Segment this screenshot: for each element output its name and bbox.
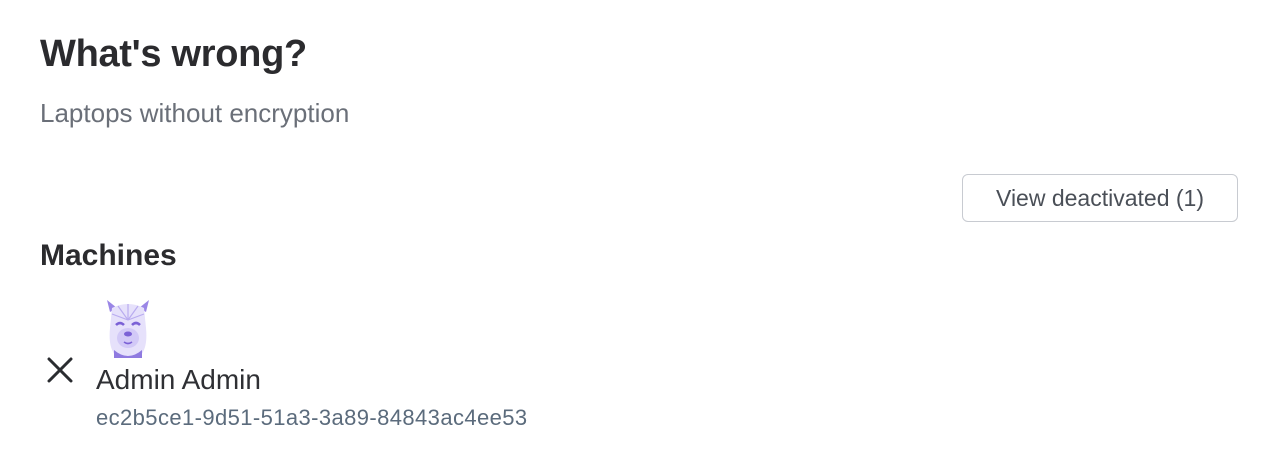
machine-list-item: Admin Admin ec2b5ce1-9d51-51a3-3a89-8484… [40,296,740,446]
page-title: What's wrong? [40,33,307,75]
machines-section-title: Machines [40,239,177,272]
llama-avatar-icon [104,298,152,360]
machine-id: ec2b5ce1-9d51-51a3-3a89-84843ac4ee53 [96,405,528,430]
machine-owner-name: Admin Admin [96,364,261,395]
close-icon[interactable] [40,350,80,390]
page: What's wrong? Laptops without encryption… [0,0,1282,468]
view-deactivated-button[interactable]: View deactivated (1) [962,174,1238,222]
issue-description: Laptops without encryption [40,98,350,128]
